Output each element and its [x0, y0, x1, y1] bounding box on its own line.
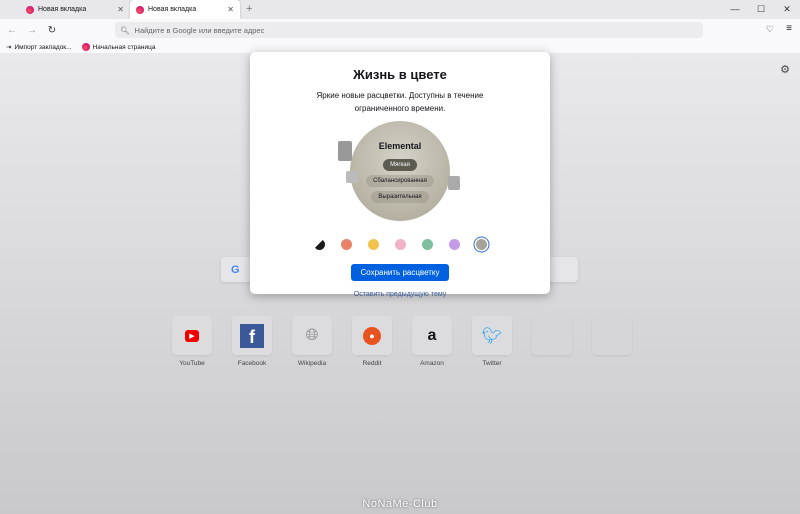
shortcut-wikipedia[interactable]: 🌐︎ Wikipedia — [292, 316, 332, 367]
bookmark-import[interactable]: ⇥ Импорт закладок... — [6, 43, 72, 52]
decoration — [346, 171, 358, 183]
colorway-swatch[interactable] — [448, 239, 460, 250]
wikipedia-icon: 🌐︎ — [292, 316, 332, 355]
firefox-icon — [136, 5, 144, 14]
shortcut-youtube[interactable]: ▶ YouTube — [172, 316, 212, 367]
shortcut-label: YouTube — [179, 360, 205, 367]
import-icon: ⇥ — [6, 44, 12, 51]
colorway-picker — [250, 239, 550, 250]
shortcut-empty[interactable] — [592, 316, 632, 367]
tab[interactable]: Новая вкладка ✕ — [20, 0, 130, 19]
empty-tile — [532, 316, 572, 355]
amazon-icon: a — [412, 316, 452, 355]
shortcut-twitter[interactable]: 🐦︎ Twitter — [472, 316, 512, 367]
url-bar[interactable]: 🔍︎ Найдите в Google или введите адрес — [115, 22, 703, 38]
bookmark-label: Импорт закладок... — [14, 43, 72, 51]
colorway-swatch[interactable] — [340, 239, 352, 250]
google-icon: G — [231, 263, 240, 276]
shortcut-amazon[interactable]: a Amazon — [412, 316, 452, 367]
shortcut-empty[interactable] — [532, 316, 572, 367]
tab-label: Новая вкладка — [148, 6, 197, 13]
theme-name: Elemental — [378, 141, 422, 151]
tab-bar: Новая вкладка ✕ Новая вкладка ✕ + — ☐ ✕ — [0, 0, 800, 19]
firefox-icon — [26, 5, 34, 14]
shortcut-facebook[interactable]: f Facebook — [232, 316, 272, 367]
shortcut-label: Amazon — [420, 360, 444, 367]
search-icon: 🔍︎ — [120, 25, 130, 35]
top-sites: ▶ YouTube f Facebook 🌐︎ Wikipedia ● Reddit a… — [172, 316, 632, 367]
url-placeholder: Найдите в Google или введите адрес — [134, 25, 265, 35]
bookmark-label: Начальная страница — [92, 43, 156, 51]
empty-tile — [592, 316, 632, 355]
dialog-subtitle: Яркие новые расцветки. Доступны в течени… — [316, 91, 484, 113]
decoration — [338, 141, 352, 161]
reddit-icon: ● — [352, 316, 392, 355]
close-tab-icon[interactable]: ✕ — [117, 5, 124, 14]
dialog-title: Жизнь в цвете — [353, 67, 447, 82]
new-tab-button[interactable]: + — [246, 0, 252, 19]
twitter-icon: 🐦︎ — [472, 316, 512, 355]
forward-button[interactable]: → — [24, 25, 40, 36]
toolbar: ← → ↻ 🔍︎ Найдите в Google или введите адр… — [0, 19, 800, 41]
firefox-icon — [81, 43, 90, 51]
shortcut-reddit[interactable]: ● Reddit — [352, 316, 392, 367]
shortcut-label: Twitter — [482, 360, 502, 367]
colorway-dialog: Жизнь в цвете Яркие новые расцветки. Дос… — [250, 52, 550, 298]
colorway-swatch[interactable] — [394, 239, 406, 250]
gear-icon[interactable]: ⚙ — [780, 63, 790, 76]
save-colorway-button[interactable]: Сохранить расцветку — [351, 264, 449, 281]
colorway-preview: Elemental Мягкая Сбалансированная Вырази… — [338, 121, 460, 221]
tab-active[interactable]: Новая вкладка ✕ — [130, 0, 240, 19]
pocket-icon[interactable]: ♡ — [766, 24, 774, 35]
youtube-icon: ▶ — [172, 316, 212, 355]
reload-button[interactable]: ↻ — [44, 25, 60, 36]
intensity-soft[interactable]: Мягкая — [383, 159, 417, 171]
shortcut-label: Facebook — [237, 360, 267, 367]
tab-label: Новая вкладка — [38, 6, 87, 13]
intensity-bold[interactable]: Выразительная — [371, 191, 429, 203]
colorway-swatch[interactable] — [313, 239, 325, 250]
watermark: NoNaMe-Club — [362, 498, 438, 510]
minimize-button[interactable]: — — [722, 0, 748, 19]
decoration — [448, 176, 460, 190]
shortcut-label: Reddit — [362, 360, 382, 367]
facebook-icon: f — [232, 316, 272, 355]
bookmark-home[interactable]: Начальная страница — [81, 43, 156, 51]
back-button[interactable]: ← — [4, 25, 20, 36]
maximize-button[interactable]: ☐ — [748, 0, 774, 19]
shortcut-label: Wikipedia — [297, 360, 327, 367]
colorway-swatch[interactable] — [367, 239, 379, 250]
close-tab-icon[interactable]: ✕ — [227, 5, 234, 14]
close-window-button[interactable]: ✕ — [774, 0, 800, 19]
intensity-balanced[interactable]: Сбалансированная — [366, 175, 434, 187]
colorway-swatch[interactable] — [475, 239, 487, 250]
colorway-swatch[interactable] — [421, 239, 433, 250]
menu-icon[interactable]: ≡ — [786, 23, 792, 34]
keep-previous-theme-link[interactable]: Оставить предыдущую тему — [250, 291, 550, 298]
